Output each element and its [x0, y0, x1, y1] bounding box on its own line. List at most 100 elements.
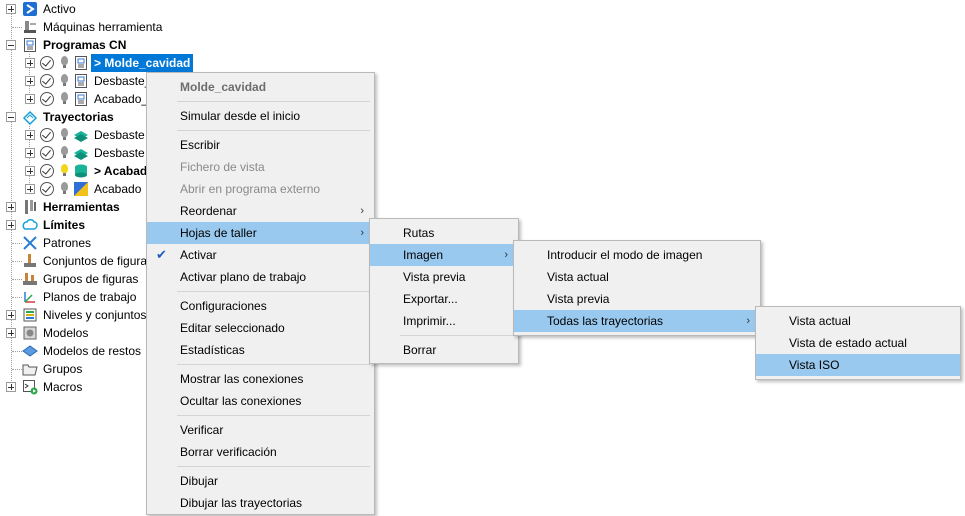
expand-icon[interactable] [25, 94, 35, 104]
tree-item-modelos-restos[interactable]: Modelos de restos [0, 342, 150, 360]
expand-icon[interactable] [25, 184, 35, 194]
menu-item-vista-actual[interactable]: Vista actual [514, 266, 760, 288]
menu-item-activar-plano[interactable]: Activar plano de trabajo [147, 266, 374, 288]
expand-icon[interactable] [25, 58, 35, 68]
tree-item-macros[interactable]: Macros [0, 378, 150, 396]
boundary-icon [22, 219, 38, 230]
tree-item-planos-trabajo[interactable]: Planos de trabajo [0, 288, 150, 306]
expand-icon[interactable] [6, 4, 16, 14]
menu-item-abrir-externo: Abrir en programa externo [180, 182, 321, 196]
tree-item-maquinas[interactable]: Máquinas herramienta [0, 18, 170, 36]
menu-item-imprimir[interactable]: Imprimir... [370, 310, 518, 332]
tree-item-molde-cavidad[interactable]: > Molde_cavidad [0, 54, 200, 72]
menu-item-verificar[interactable]: Verificar [147, 419, 374, 441]
menu-item-mostrar-conexiones[interactable]: Mostrar las conexiones [147, 368, 374, 390]
menu-item-ocultar-conexiones[interactable]: Ocultar las conexiones [147, 390, 374, 412]
model-icon [23, 326, 37, 340]
tree-item-label: Herramientas [43, 200, 120, 214]
tree-item-modelos[interactable]: Modelos [0, 324, 150, 342]
tree-item-desbaste-2[interactable]: Desbaste [0, 144, 150, 162]
tree-item-label: Desbaste_ [94, 74, 152, 88]
tree-item-herramientas[interactable]: Herramientas [0, 198, 150, 216]
menu-item-rutas[interactable]: Rutas [370, 222, 518, 244]
menu-item-borrar[interactable]: Borrar [370, 339, 518, 361]
lightbulb-icon[interactable] [61, 146, 68, 158]
menu-item-hojas-taller[interactable]: Hojas de taller › [147, 222, 374, 244]
menu-item-configuraciones[interactable]: Configuraciones [147, 295, 374, 317]
menu-item-todas-trayectorias[interactable]: Todas las trayectorias › [514, 310, 760, 332]
context-menu: Molde_cavidad Simular desde el inicio Es… [146, 72, 375, 515]
menu-item-estadisticas[interactable]: Estadísticas [147, 339, 374, 361]
collapse-icon[interactable] [6, 40, 16, 50]
expand-icon[interactable] [25, 148, 35, 158]
check-icon[interactable] [40, 56, 54, 70]
submenu-arrow-icon: › [504, 249, 508, 261]
finishing-surface-icon [74, 182, 88, 196]
tree-item-activo[interactable]: Activo [0, 0, 160, 18]
lightbulb-on-icon[interactable] [61, 164, 68, 176]
collapse-icon[interactable] [6, 112, 16, 122]
expand-icon[interactable] [25, 130, 35, 140]
tree-item-desbaste-program[interactable]: Desbaste_ [0, 72, 152, 90]
check-icon[interactable] [40, 164, 54, 178]
menu-item-reordenar[interactable]: Reordenar › [147, 200, 374, 222]
tree-item-acabado-program[interactable]: Acabado_ [0, 90, 150, 108]
menu-separator [177, 364, 370, 365]
menu-item-vista-iso[interactable]: Vista ISO [756, 354, 960, 376]
menu-item-simular[interactable]: Simular desde el inicio [147, 105, 374, 127]
tree-item-niveles[interactable]: Niveles y conjuntos [0, 306, 150, 324]
lightbulb-icon[interactable] [61, 56, 68, 68]
check-icon[interactable] [40, 182, 54, 196]
menu-item-vista-previa[interactable]: Vista previa [370, 266, 518, 288]
menu-item-vista-estado-actual[interactable]: Vista de estado actual [756, 332, 960, 354]
menu-separator [177, 130, 370, 131]
tree-item-grupos[interactable]: Grupos [0, 360, 150, 378]
expand-icon[interactable] [6, 202, 16, 212]
menu-item-vista-actual[interactable]: Vista actual [756, 310, 960, 332]
tree-item-label: Patrones [43, 236, 92, 250]
menu-item-vista-previa[interactable]: Vista previa [514, 288, 760, 310]
menu-item-exportar[interactable]: Exportar... [370, 288, 518, 310]
tree-item-conjuntos-figura[interactable]: Conjuntos de figura [0, 252, 150, 270]
tree-item-trayectorias[interactable]: Trayectorias [0, 108, 150, 126]
tree-item-label: Modelos de restos [43, 344, 142, 358]
check-icon[interactable] [40, 146, 54, 160]
menu-item-editar-seleccionado[interactable]: Editar seleccionado [147, 317, 374, 339]
menu-item-imagen[interactable]: Imagen › [370, 244, 518, 266]
expand-icon[interactable] [6, 310, 16, 320]
menu-item-introducir-modo-imagen[interactable]: Introducir el modo de imagen [514, 244, 760, 266]
tree-item-patrones[interactable]: Patrones [0, 234, 150, 252]
lightbulb-icon[interactable] [61, 92, 68, 104]
menu-item-dibujar-trayectorias[interactable]: Dibujar las trayectorias [147, 492, 374, 514]
expand-icon[interactable] [6, 382, 16, 392]
tree-item-limites[interactable]: Límites [0, 216, 150, 234]
tree-item-label: Acabado [94, 182, 142, 196]
expand-icon[interactable] [6, 220, 16, 230]
check-icon[interactable] [40, 128, 54, 142]
feature-group-icon [23, 273, 37, 285]
feature-set-icon [24, 254, 36, 267]
menu-item-activar[interactable]: ✔ Activar [147, 244, 374, 266]
lightbulb-icon[interactable] [61, 182, 68, 194]
check-icon[interactable] [40, 74, 54, 88]
tree-item-label: > Molde_cavidad [91, 54, 194, 72]
menu-item-escribir[interactable]: Escribir [147, 134, 374, 156]
tree-item-programas-cn[interactable]: Programas CN [0, 36, 160, 54]
expand-icon[interactable] [25, 166, 35, 176]
tree-item-acabado[interactable]: Acabado [0, 180, 150, 198]
menu-item-borrar-verificacion[interactable]: Borrar verificación [147, 441, 374, 463]
tree-item-label: Niveles y conjuntos [43, 308, 147, 322]
expand-icon[interactable] [6, 328, 16, 338]
menu-item-dibujar[interactable]: Dibujar [147, 470, 374, 492]
nc-program-icon [75, 56, 87, 70]
menu-separator [177, 466, 370, 467]
expand-icon[interactable] [25, 76, 35, 86]
tree-item-label: Conjuntos de figura [43, 254, 148, 268]
tree-item-desbaste-1[interactable]: Desbaste [0, 126, 150, 144]
macro-icon [23, 380, 38, 395]
lightbulb-icon[interactable] [61, 74, 68, 86]
tree-item-acabado-active[interactable]: > Acabad [0, 162, 150, 180]
check-icon[interactable] [40, 92, 54, 106]
lightbulb-icon[interactable] [61, 128, 68, 140]
tree-item-grupos-figuras[interactable]: Grupos de figuras [0, 270, 150, 288]
